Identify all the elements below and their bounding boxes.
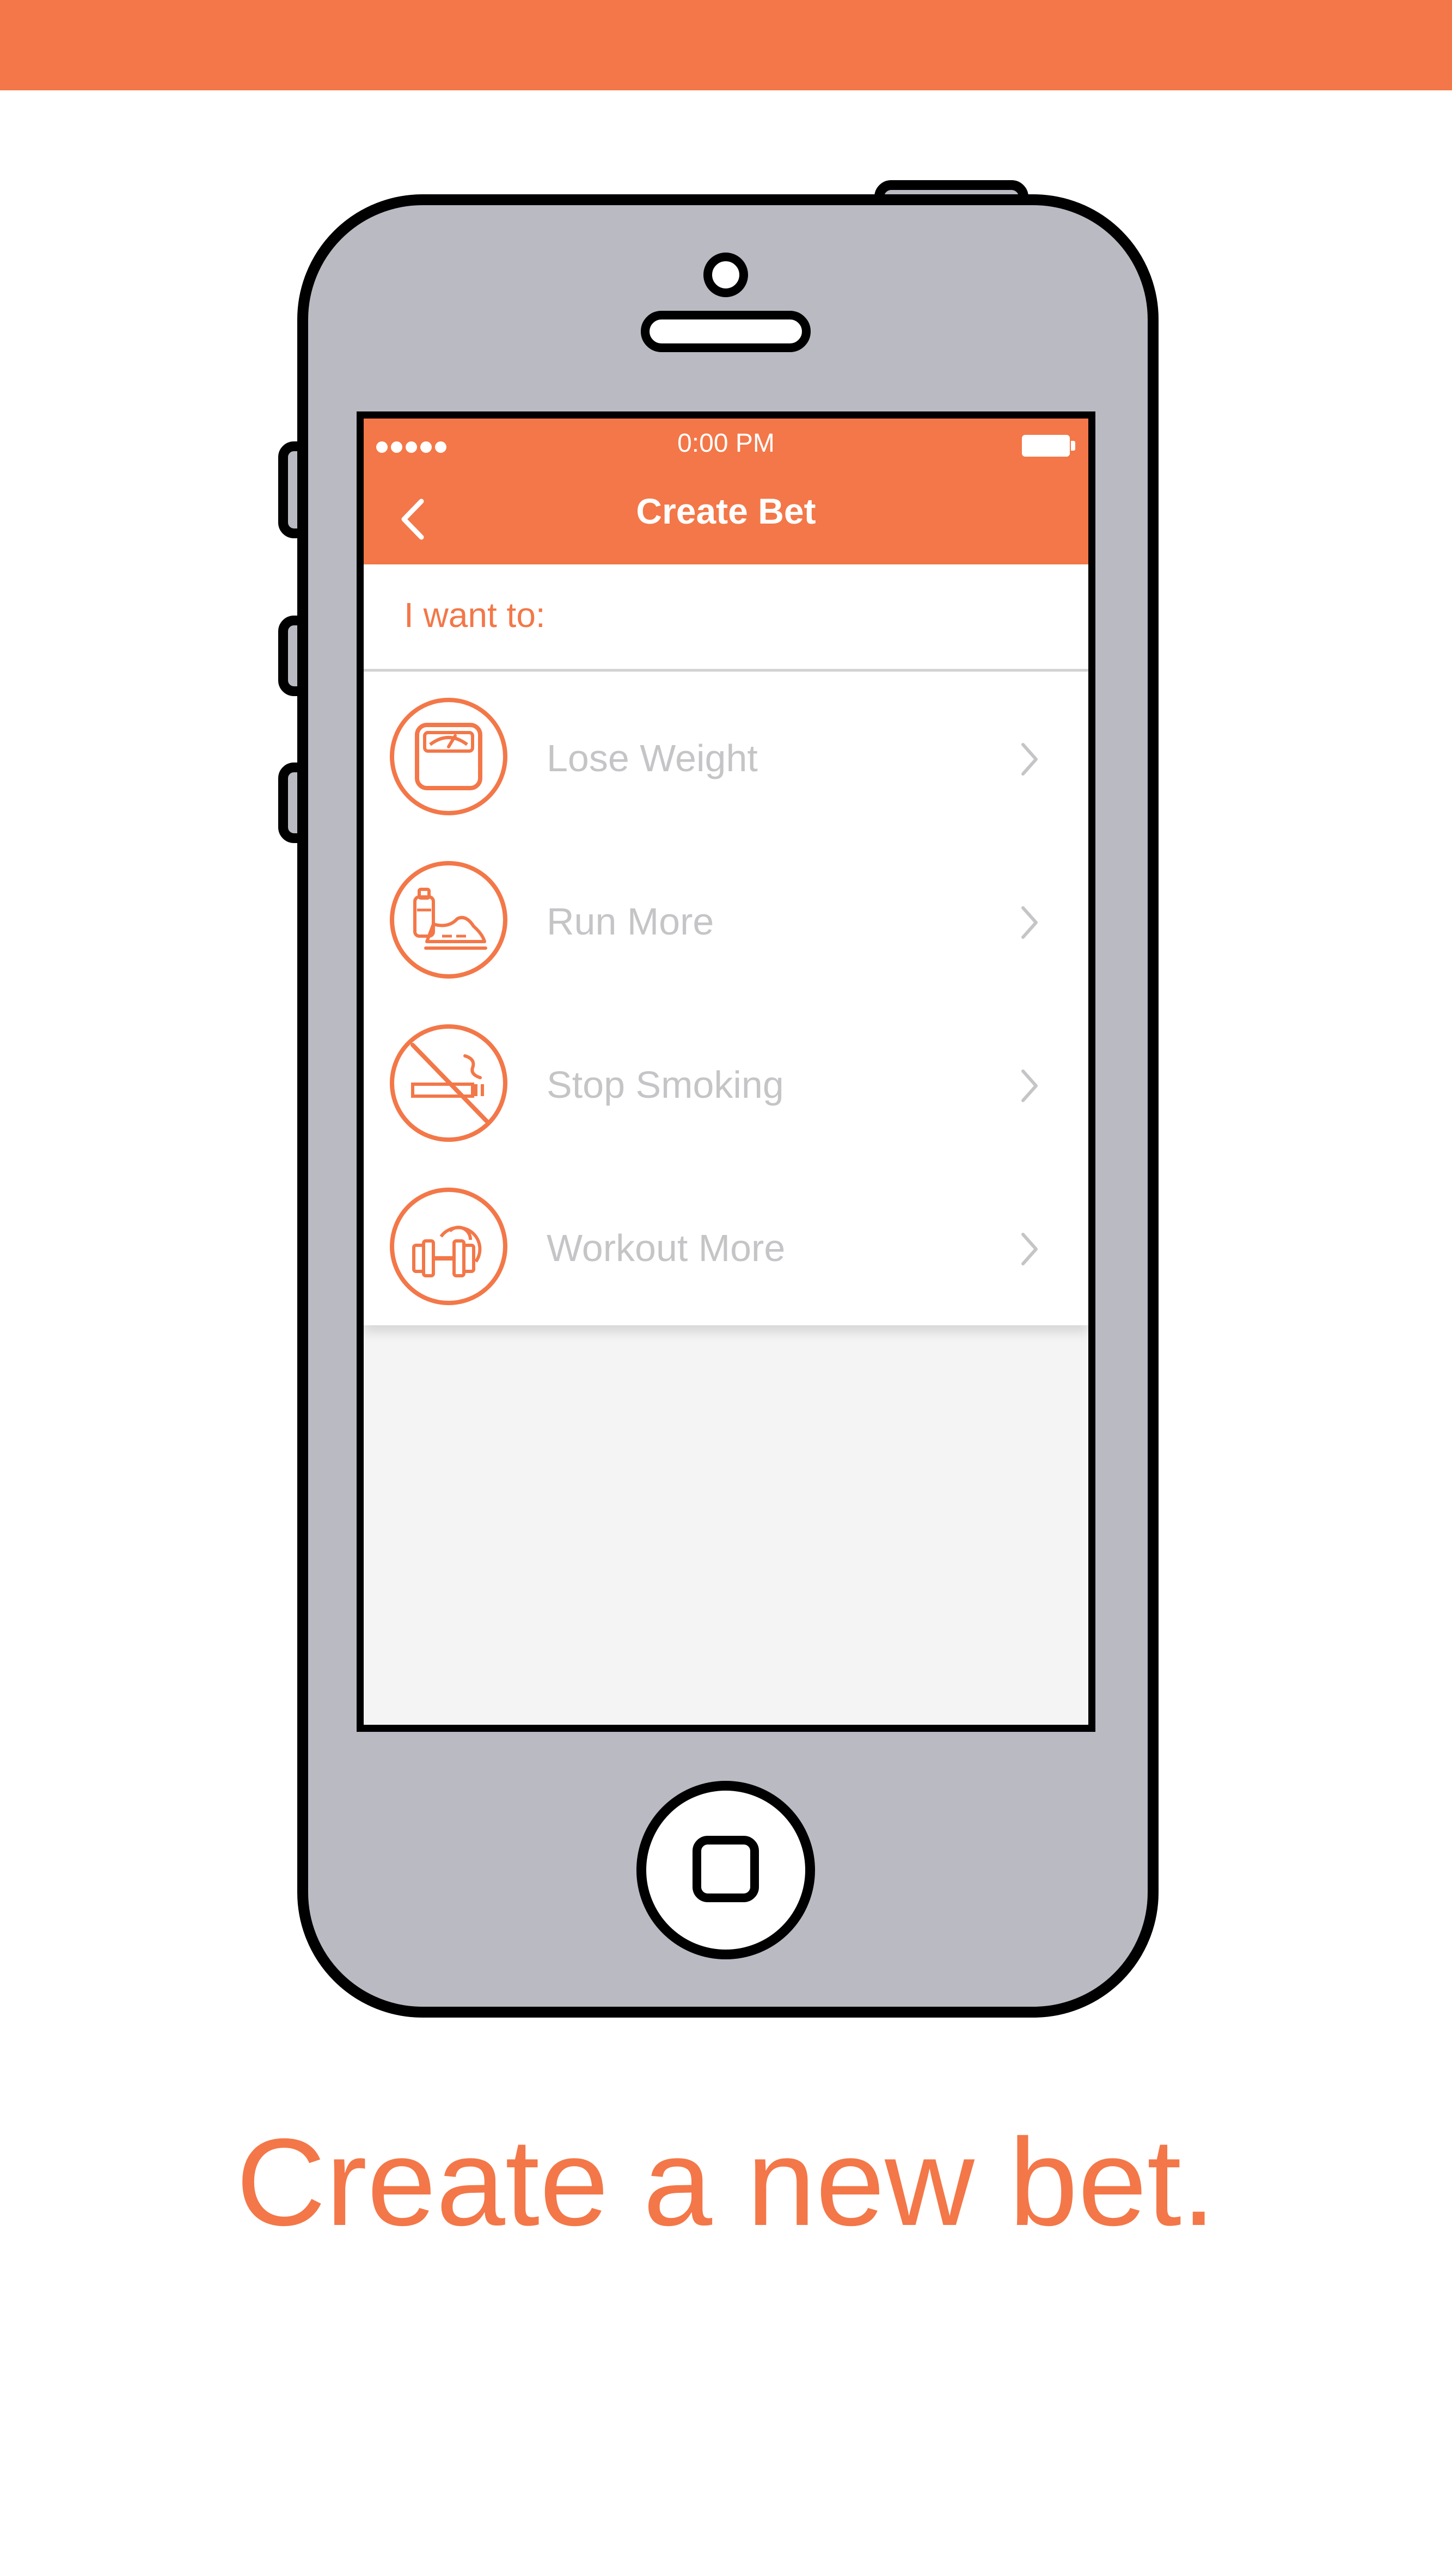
- option-workout-more[interactable]: Workout More: [364, 1161, 1088, 1325]
- scale-icon: [390, 698, 507, 815]
- battery-icon: [1022, 435, 1070, 457]
- section-label: I want to:: [404, 595, 546, 635]
- chevron-right-icon: [1021, 1069, 1038, 1102]
- chevron-right-icon: [1021, 1233, 1038, 1265]
- marketing-tagline: Create a new bet.: [236, 2113, 1216, 2252]
- chevron-right-icon: [1021, 906, 1038, 939]
- option-lose-weight[interactable]: Lose Weight: [364, 672, 1088, 835]
- running-shoe-icon: [390, 861, 507, 979]
- option-label: Workout More: [547, 1227, 786, 1269]
- option-stop-smoking[interactable]: Stop Smoking: [364, 998, 1088, 1161]
- chevron-right-icon: [1021, 743, 1038, 776]
- home-button: [636, 1781, 815, 1959]
- navigation-bar: 0:00 PM Create Bet: [364, 419, 1088, 564]
- dumbbell-icon: [390, 1188, 507, 1305]
- option-label: Lose Weight: [547, 737, 758, 779]
- earpiece-speaker: [641, 311, 811, 352]
- goal-list-panel: I want to: Lose Weight Run More Stop Smo…: [364, 564, 1088, 1325]
- phone-screen: 0:00 PM Create Bet I want to: Lose Weigh…: [364, 419, 1088, 1725]
- battery-tip: [1071, 441, 1075, 451]
- option-label: Run More: [547, 900, 714, 943]
- no-smoking-icon: [390, 1024, 507, 1142]
- status-time: 0:00 PM: [677, 429, 775, 458]
- page-title: Create Bet: [636, 491, 816, 531]
- option-run-more[interactable]: Run More: [364, 835, 1088, 998]
- front-camera: [703, 253, 748, 297]
- option-label: Stop Smoking: [547, 1063, 784, 1106]
